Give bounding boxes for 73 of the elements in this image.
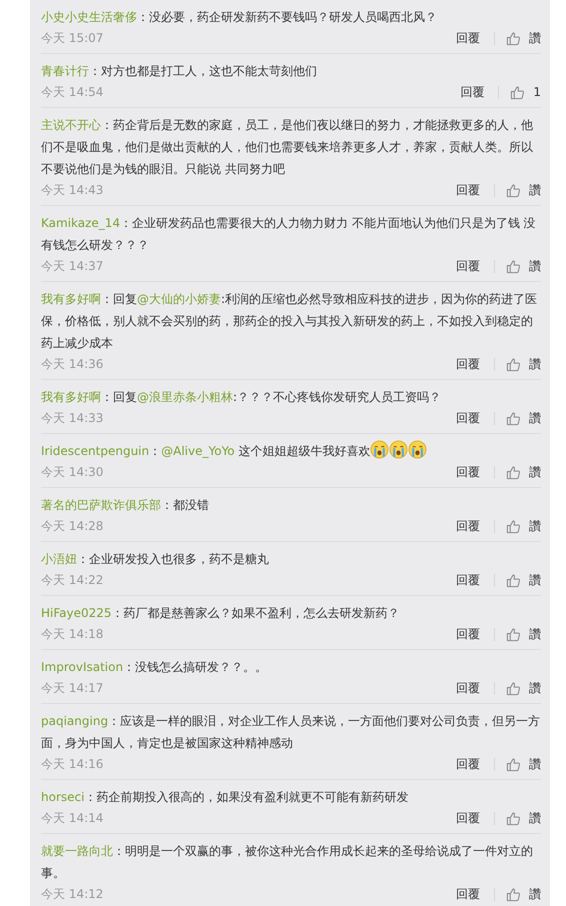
comment-text: 就要一路向北：明明是一个双赢的事，被你这种光合作用成长起来的圣母给说成了一件对立的事。 [41, 843, 534, 882]
reply-button[interactable]: 回覆 [456, 30, 480, 46]
thumbs-up-icon [506, 626, 521, 642]
like-button[interactable]: 讚 [506, 356, 541, 372]
thumbs-up-icon [506, 572, 521, 588]
thumbs-up-icon [506, 356, 521, 372]
thumbs-up-icon [506, 30, 521, 46]
like-button[interactable]: 讚 [506, 886, 541, 902]
thumbs-up-icon [506, 182, 521, 198]
comment-text: 小浯妞：企业研发投入也很多，药不是糖丸 [41, 551, 270, 568]
comment-text: ImprovIsation：没钱怎么搞研发？？。。 [41, 659, 268, 676]
comment-text: 主说不开心：药企背后是无数的家庭，员工，是他们夜以继日的努力，才能拯救更多的人，他们不是吸血鬼，他们是做出贡献的人，他们也需要钱来培养更多人才，养家，贡献人类。所以不要说他们是为钱的眼泪。只能说 共同努力吧 [41, 117, 534, 178]
comment-time: 今天 14:43 [41, 182, 104, 198]
thumbs-up-icon [506, 518, 521, 534]
comment-text: 著名的巴萨欺诈俱乐部：都没错 [41, 497, 210, 514]
crying-face-icon [370, 440, 390, 459]
thumbs-up-icon [506, 464, 521, 480]
comment-text: HiFaye0225：药厂都是慈善家么？如果不盈利，怎么去研发新药？ [41, 605, 401, 622]
thumbs-up-icon [506, 258, 521, 274]
comment-time: 今天 14:36 [41, 356, 104, 372]
like-button[interactable]: 讚 [506, 518, 541, 534]
comment-text: Kamikaze_14：企业研发药品也需要很大的人力物力财力 不能片面地认为他们只是为了钱 没有钱怎么研发？？？ [41, 215, 537, 254]
thumbs-up-icon [506, 810, 521, 826]
reply-button[interactable]: 回覆 [456, 410, 480, 426]
reply-button[interactable]: 回覆 [456, 356, 480, 372]
comment-time: 今天 14:37 [41, 258, 104, 274]
like-button[interactable]: 讚 [506, 182, 541, 198]
thumbs-up-icon [510, 84, 526, 100]
comment-time: 今天 14:28 [41, 518, 104, 534]
comment-text: 我有多好啊：回复@浪里赤条小粗林:？？？不心疼钱你发研究人员工资吗？ [41, 389, 442, 406]
thumbs-up-icon [506, 680, 521, 696]
reply-button[interactable]: 回覆 [456, 464, 480, 480]
like-button[interactable]: 讚 [506, 810, 541, 826]
like-button[interactable]: 讚 [506, 626, 541, 642]
comment-time: 今天 14:18 [41, 626, 104, 642]
like-button[interactable]: 讚 [506, 572, 541, 588]
comment-text: paqianging：应该是一样的眼泪，对企业工作人员来说，一方面他们要对公司负责，但另一方面，身为中国人，肯定也是被国家这种精神感动 [41, 713, 541, 752]
like-button[interactable]: 讚 [506, 756, 541, 772]
comment-time: 今天 14:12 [41, 886, 104, 902]
comment-text: 小史小史生活奢侈：没必要，药企研发新药不要钱吗？研发人员喝西北风？ [41, 9, 438, 26]
comment-time: 今天 14:54 [41, 84, 104, 100]
like-button[interactable]: 讚 [506, 258, 541, 274]
reply-button[interactable]: 回覆 [456, 680, 480, 696]
thumbs-up-icon [506, 410, 521, 426]
comment-text: Iridescentpenguin：@Alive_YoYo 这个姐姐超级牛我好喜欢 [41, 440, 541, 462]
like-button[interactable]: 讚 [506, 680, 541, 696]
like-button[interactable]: 讚 [506, 30, 541, 46]
thumbs-up-icon [506, 756, 521, 772]
comment-time: 今天 14:16 [41, 756, 104, 772]
reply-button[interactable]: 回覆 [456, 810, 480, 826]
reply-button[interactable]: 回覆 [460, 84, 484, 100]
crying-face-icon [389, 440, 408, 459]
reply-button[interactable]: 回覆 [456, 518, 480, 534]
crying-face-icon [408, 440, 428, 459]
reply-button[interactable]: 回覆 [456, 886, 480, 902]
reply-button[interactable]: 回覆 [456, 572, 480, 588]
comment-time: 今天 14:17 [41, 680, 104, 696]
comment-time: 今天 14:22 [41, 572, 104, 588]
comment-time: 今天 15:07 [41, 30, 104, 46]
like-button[interactable]: 讚 [506, 410, 541, 426]
reply-button[interactable]: 回覆 [456, 258, 480, 274]
like-button[interactable]: 讚 [506, 464, 541, 480]
comment-time: 今天 14:14 [41, 810, 104, 826]
comment-text: 青春计行：对方也都是打工人，这也不能太苛刻他们 [41, 63, 318, 80]
like-button[interactable]: 1 [510, 84, 541, 100]
reply-button[interactable]: 回覆 [456, 182, 480, 198]
comment-text: 我有多好啊：回复@大仙的小娇妻:利润的压缩也必然导致相应科技的进步，因为你的药进了医保，价格低，别人就不会买别的药，那药企的投入与其投入新研发的药上，不如投入到稳定的药上减少成本 [41, 291, 538, 352]
thumbs-up-icon [506, 886, 521, 902]
reply-button[interactable]: 回覆 [456, 756, 480, 772]
comment-text: horseci：药企前期投入很高的，如果没有盈利就更不可能有新药研发 [41, 789, 410, 806]
reply-button[interactable]: 回覆 [456, 626, 480, 642]
comment-time: 今天 14:33 [41, 410, 104, 426]
comment-time: 今天 14:30 [41, 464, 104, 480]
